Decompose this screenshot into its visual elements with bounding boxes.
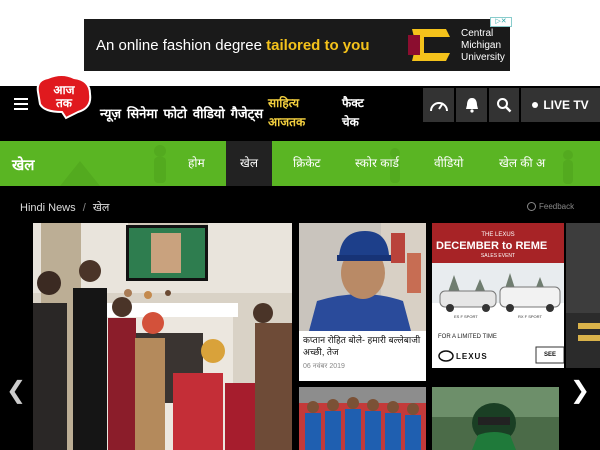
ad-brand: LEXUS [456, 352, 488, 361]
search-icon [497, 98, 512, 113]
breadcrumb: Hindi News / खेल [20, 200, 109, 215]
chevron-right-icon[interactable]: ❯ [570, 376, 590, 405]
news-card[interactable]: कप्तान रोहित बोले- हमारी बल्लेबाजी अच्छी… [299, 223, 426, 381]
section-tab-scorecard[interactable]: स्कोर कार्ड [355, 141, 399, 186]
ad-text-highlight: tailored to you [266, 36, 370, 54]
hero-photo-image [33, 223, 292, 450]
breadcrumb-separator: / [82, 202, 86, 214]
nav-item-photo[interactable]: फोटो [164, 104, 187, 122]
nav-item-label: साहित्य [268, 96, 300, 110]
live-dot-icon [532, 102, 539, 108]
section-tab-home[interactable]: होम [188, 141, 205, 186]
ad-university-line: University [461, 52, 505, 63]
nav-item-gadgets[interactable]: गैजेट्स [231, 104, 263, 122]
section-tab-cricket[interactable]: क्रिकेट [293, 141, 321, 186]
chevron-left-icon[interactable]: ❮ [6, 376, 26, 405]
aaj-tak-logo[interactable]: आज तक [34, 74, 94, 120]
svg-text:तक: तक [55, 96, 73, 110]
feedback-button[interactable]: Feedback [527, 202, 574, 211]
nav-item-cinema[interactable]: सिनेमा [127, 104, 158, 122]
bell-icon [465, 98, 478, 113]
nav-item-news[interactable]: न्यूज़ [100, 104, 121, 122]
main-nav: न्यूज़ सिनेमा फोटो वीडियो गैजेट्स [100, 104, 263, 122]
news-card-cricket-team[interactable] [299, 387, 426, 450]
site-header: आज तक न्यूज़ सिनेमा फोटो वीडियो गैजेट्स … [0, 74, 600, 141]
nav-item-sahitya-aajtak[interactable]: साहित्य आजतक [268, 94, 305, 132]
ad-university-line: Central [461, 28, 494, 39]
rohit-sharma-photo [299, 223, 426, 331]
speedometer-icon [429, 102, 448, 112]
cricket-team-photo [299, 387, 426, 450]
section-tab-khel[interactable]: खेल [226, 141, 272, 186]
news-card-title[interactable]: कप्तान रोहित बोले- हमारी बल्लेबाजी अच्छी… [299, 331, 426, 358]
ad-text-prefix: An online fashion degree [96, 36, 262, 54]
adchoices-icon[interactable]: ▷✕ [490, 17, 512, 27]
svg-text:आज: आज [53, 83, 75, 97]
breadcrumb-home[interactable]: Hindi News [20, 202, 76, 214]
section-tab-more[interactable]: खेल की अ [499, 141, 545, 186]
breadcrumb-current: खेल [92, 202, 110, 214]
feedback-label: Feedback [539, 202, 575, 211]
ad-banner[interactable]: An online fashion degree tailored to you… [84, 17, 512, 71]
section-nav-bar: खेल होम खेल क्रिकेट स्कोर कार्ड वीडियो ख… [0, 141, 600, 186]
nav-item-fact-check[interactable]: फैक्ट चेक [342, 94, 364, 132]
hero-photo[interactable] [33, 223, 292, 450]
batsman-photo [432, 387, 559, 450]
news-card-date: 06 नवंबर 2019 [303, 363, 345, 370]
feedback-icon [527, 202, 536, 211]
speedometer-button[interactable] [423, 88, 454, 122]
ad-text: An online fashion degree tailored to you [84, 37, 369, 54]
section-title: खेल [12, 157, 35, 174]
ad-line-3: SALES EVENT [480, 253, 516, 259]
search-button[interactable] [489, 88, 519, 122]
live-tv-button[interactable]: LIVE TV [521, 88, 600, 122]
ad-footer: FOR A LIMITED TIME [438, 334, 497, 340]
ad-university-line: Michigan [461, 40, 502, 51]
ad-cta[interactable]: SEE [544, 352, 556, 358]
nav-item-label: फैक्ट [342, 96, 364, 110]
nav-item-label: चेक [342, 115, 359, 129]
nav-item-video[interactable]: वीडियो [193, 104, 225, 122]
news-card-batsman[interactable] [432, 387, 559, 450]
partial-card-image [566, 223, 600, 368]
ad-university-name: Central Michigan University [461, 28, 505, 64]
ad-line-2: DECEMBER to REME [436, 240, 548, 252]
sponsored-ad-card[interactable]: THE LEXUS DECEMBER to REME SALES EVENT E… [432, 223, 564, 368]
nav-item-label: आजतक [268, 115, 306, 129]
content-area: Hindi News / खेल Feedback कप्तान रोहित ब… [0, 186, 600, 450]
section-tab-video[interactable]: वीडियो [434, 141, 463, 186]
partial-card[interactable] [566, 223, 600, 368]
live-tv-label: LIVE TV [543, 98, 589, 112]
news-card-image [299, 223, 426, 331]
ad-car-1: ES F SPORT [454, 314, 478, 319]
ad-car-2: RX F SPORT [518, 314, 542, 319]
ad-line-1: THE LEXUS [481, 232, 515, 238]
cmu-logo-icon [408, 29, 450, 61]
menu-icon[interactable] [14, 98, 28, 110]
notifications-button[interactable] [456, 88, 487, 122]
